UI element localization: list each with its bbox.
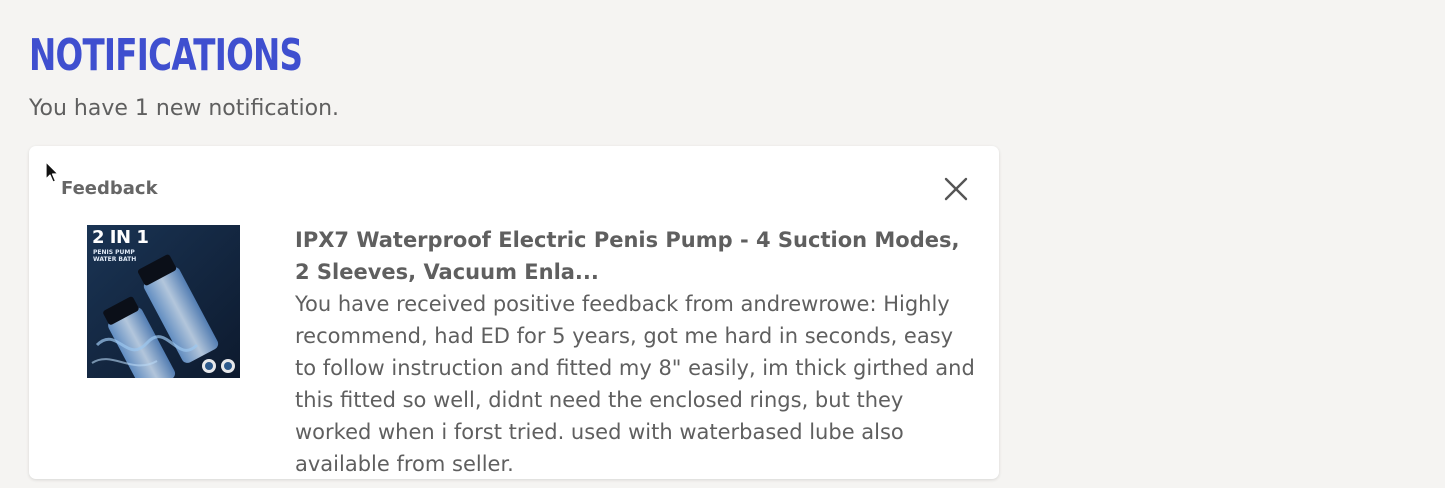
image-overlay-heading: 2 IN 1 [92,227,149,248]
image-overlay-subtext: PENIS PUMP WATER BATH [93,249,137,263]
notification-card[interactable]: Feedback 2 IN 1 PENIS PUMP WATER BATH IP… [29,146,999,479]
notification-count-text: You have 1 new notification. [29,96,340,121]
product-thumbnail[interactable]: 2 IN 1 PENIS PUMP WATER BATH [87,225,240,378]
close-icon [944,177,968,201]
product-title-link[interactable]: IPX7 Waterproof Electric Penis Pump - 4 … [295,225,975,288]
notification-content: IPX7 Waterproof Electric Penis Pump - 4 … [295,225,975,480]
close-button[interactable] [941,174,971,204]
page-title: NOTIFICATIONS [29,30,303,81]
notification-category-label: Feedback [61,178,158,199]
notification-message: You have received positive feedback from… [295,292,975,476]
